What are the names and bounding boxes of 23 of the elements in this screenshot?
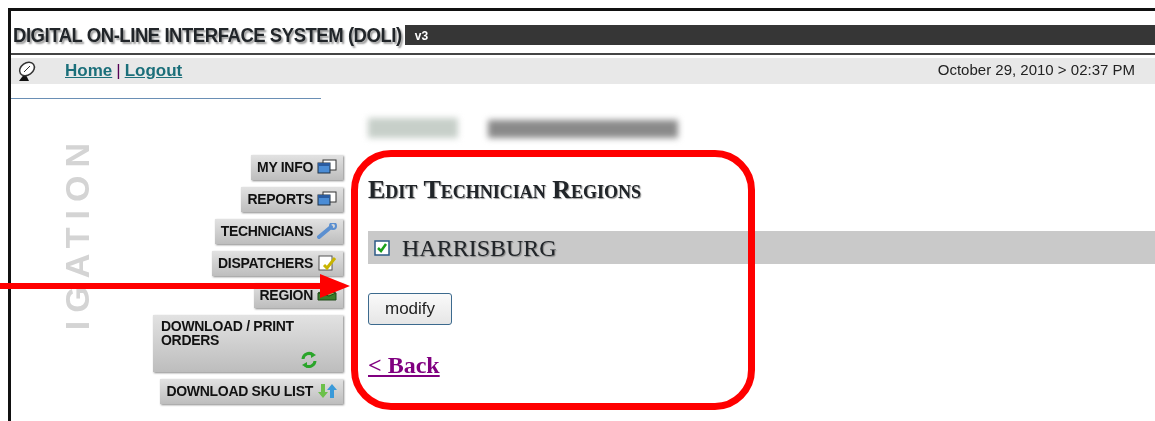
app-title: DIGITAL ON-LINE INTERFACE SYSTEM (DOLI) [13, 22, 402, 48]
wrench-icon [317, 222, 337, 240]
nav-button[interactable]: REPORTS [241, 186, 343, 212]
refresh-icon [299, 350, 319, 368]
notepad-icon [317, 254, 337, 272]
nav-link[interactable]: Logout [124, 57, 183, 84]
checkbox[interactable] [374, 239, 390, 256]
nav-button[interactable]: DOWNLOAD / PRINT ORDERS [153, 314, 343, 372]
nav-button[interactable]: TECHNICIANS [214, 218, 343, 244]
date-time: October 29, 2010 > 02:37 PM [937, 60, 1135, 81]
modify-button[interactable]: modify [368, 293, 453, 325]
up-down-arrows-icon [317, 382, 337, 400]
back-link[interactable]: < Back [368, 346, 440, 383]
nav-button[interactable]: DISPATCHERS [212, 250, 343, 276]
nav-button[interactable]: MY INFO [251, 154, 343, 180]
windows-icon [317, 190, 337, 208]
nav-link[interactable]: Home [65, 57, 113, 84]
windows-icon [317, 158, 337, 176]
region-label: HARRISBURG [402, 233, 557, 263]
nav-button[interactable]: DOWNLOAD SKU LIST [160, 378, 343, 404]
version-bar: v3 [404, 24, 1155, 45]
separator: | [116, 59, 121, 82]
page-heading: Edit Technician Regions [368, 174, 643, 207]
